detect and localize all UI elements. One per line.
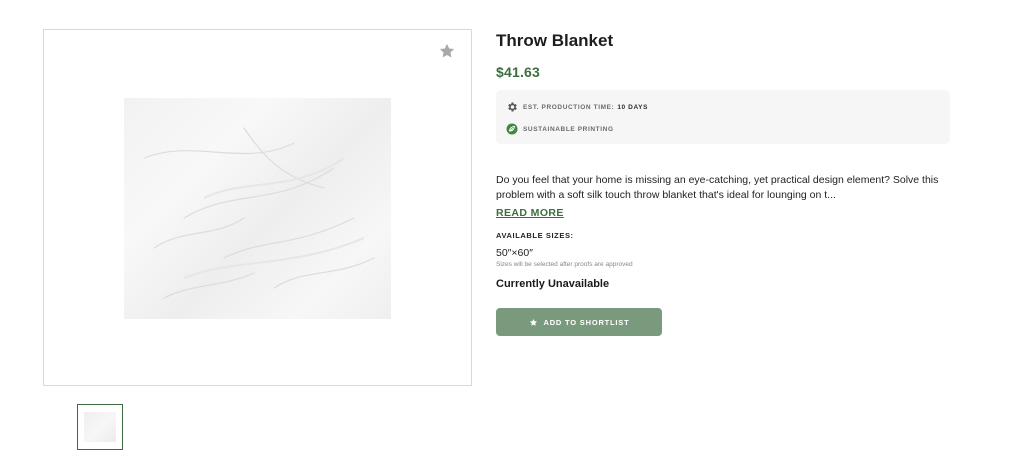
product-description: Do you feel that your home is missing an… xyxy=(496,174,939,201)
product-meta-box: EST. PRODUCTION TIME: 10 DAYS SUSTAINABL… xyxy=(496,90,950,144)
size-note: Sizes will be selected after proofs are … xyxy=(496,261,633,268)
production-time-value: 10 DAYS xyxy=(617,103,649,111)
add-to-shortlist-label: ADD TO SHORTLIST xyxy=(543,317,630,327)
product-image-gallery xyxy=(43,29,472,386)
available-sizes-heading: AVAILABLE SIZES: xyxy=(496,231,574,240)
thumbnail-preview xyxy=(84,412,116,442)
thumbnail-image[interactable] xyxy=(77,404,123,450)
product-image xyxy=(124,98,391,319)
production-time-label: EST. PRODUCTION TIME: xyxy=(523,103,615,111)
product-title: Throw Blanket xyxy=(496,31,614,50)
gear-icon xyxy=(506,101,518,113)
read-more-link[interactable]: READ MORE xyxy=(496,206,564,220)
leaf-icon xyxy=(506,123,518,135)
favorite-star-icon[interactable] xyxy=(438,42,456,60)
size-value: 50″×60″ xyxy=(496,247,533,259)
product-price: $41.63 xyxy=(496,64,541,80)
availability-status: Currently Unavailable xyxy=(496,278,610,290)
star-icon xyxy=(529,318,538,327)
production-time-row: EST. PRODUCTION TIME: 10 DAYS xyxy=(506,98,940,116)
product-info: Throw Blanket $41.63 EST. PRODUCTION TIM… xyxy=(496,30,950,336)
sustainable-row: SUSTAINABLE PRINTING xyxy=(506,120,940,138)
sustainable-label: SUSTAINABLE PRINTING xyxy=(523,125,614,133)
add-to-shortlist-button[interactable]: ADD TO SHORTLIST xyxy=(496,308,662,336)
